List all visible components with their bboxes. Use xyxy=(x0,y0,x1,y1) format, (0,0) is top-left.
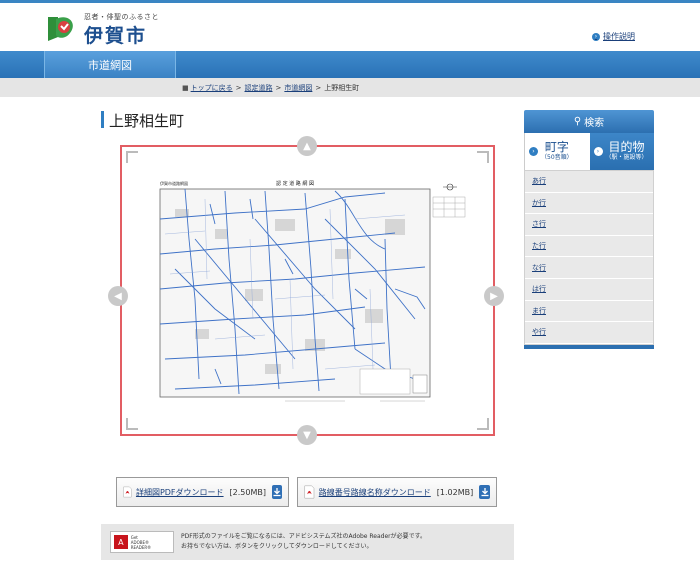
pan-up-button[interactable]: ▲ xyxy=(297,136,317,156)
page-title: 上野相生町 xyxy=(109,112,185,130)
chevron-up-icon: ▲ xyxy=(303,140,311,152)
help-arrow-icon: › xyxy=(592,32,600,41)
search-header: ⚲ 検索 xyxy=(524,110,654,133)
tab-landmark-sub: （駅・施設等） xyxy=(605,154,648,161)
pan-down-button[interactable]: ▼ xyxy=(297,425,317,445)
sidebar-item-sa-row[interactable]: さ行 xyxy=(525,214,653,236)
tab-landmark-label: 目的物 xyxy=(608,140,645,154)
get-adobe-reader-button[interactable]: A Get ADOBE® READER® xyxy=(110,531,174,553)
breadcrumb-bar: ■ トップに戻る > 認定道路 > 市道網図 > 上野相生町 xyxy=(0,78,700,97)
route-list-size: [1.02MB] xyxy=(436,487,474,497)
help-link[interactable]: › 操作説明 xyxy=(592,31,635,42)
main-nav: 市道網図 xyxy=(0,51,700,78)
breadcrumb-current: 上野相生町 xyxy=(324,84,360,92)
adobe-reader-icon: A xyxy=(114,535,128,549)
map-header-left: 伊賀市道路網図 xyxy=(160,180,188,186)
detail-pdf-size: [2.50MB] xyxy=(229,487,266,497)
detail-pdf-label: 詳細図PDFダウンロード xyxy=(135,487,224,497)
sidebar-item-a-row[interactable]: あ行 xyxy=(525,171,653,193)
breadcrumb-home[interactable]: トップに戻る xyxy=(191,83,233,93)
route-list-download-button[interactable]: 路線番号路線名称ダウンロード [1.02MB] xyxy=(297,477,497,507)
search-tabs: › 町字 （50音順） › 目的物 （駅・施設等） xyxy=(524,133,654,170)
breadcrumb: ■ トップに戻る > 認定道路 > 市道網図 > 上野相生町 xyxy=(182,83,359,93)
search-title: 検索 xyxy=(584,118,605,129)
search-sidebar: ⚲ 検索 › 町字 （50音順） › 目的物 （駅・施設等） あ行 か行 さ行 … xyxy=(524,110,654,349)
sidebar-item-ta-row[interactable]: た行 xyxy=(525,236,653,258)
badge-line2: ADOBE® READER® xyxy=(130,539,152,550)
search-icon: ⚲ xyxy=(573,116,582,127)
tab-road-map[interactable]: 市道網図 xyxy=(44,51,176,78)
sidebar-item-na-row[interactable]: な行 xyxy=(525,257,653,279)
viewer-corner xyxy=(477,151,489,163)
breadcrumb-road-map[interactable]: 市道網図 xyxy=(284,83,312,93)
detail-pdf-download-button[interactable]: 詳細図PDFダウンロード [2.50MB] xyxy=(116,477,289,507)
route-list-label: 路線番号路線名称ダウンロード xyxy=(318,487,431,497)
tab-town-name[interactable]: › 町字 （50音順） xyxy=(524,133,590,170)
road-map-image[interactable]: 伊賀市道路網図 認 定 道 路 網 図 xyxy=(155,179,468,406)
viewer-corner xyxy=(126,151,138,163)
title-accent xyxy=(101,111,104,128)
download-icon xyxy=(272,485,282,499)
chevron-left-icon: ◀ xyxy=(114,290,122,302)
pan-right-button[interactable]: ▶ xyxy=(484,286,504,306)
breadcrumb-separator: > xyxy=(235,84,242,92)
chevron-right-icon: › xyxy=(529,147,538,156)
viewer-corner xyxy=(126,418,138,430)
breadcrumb-certified-roads[interactable]: 認定道路 xyxy=(245,83,273,93)
chevron-right-icon: ▶ xyxy=(490,290,498,302)
download-icon xyxy=(479,485,490,499)
sidebar-item-ha-row[interactable]: は行 xyxy=(525,279,653,301)
notice-line1: PDF形式のファイルをご覧になるには、アドビシステムズ社のAdobe Reade… xyxy=(181,533,427,540)
breadcrumb-separator: > xyxy=(315,84,322,92)
map-legend-table xyxy=(432,196,466,218)
notice-text: PDF形式のファイルをご覧になるには、アドビシステムズ社のAdobe Reade… xyxy=(181,532,426,552)
map-heading: 認 定 道 路 網 図 xyxy=(276,180,314,187)
breadcrumb-separator: > xyxy=(275,84,282,92)
notice-line2: お持ちでない方は、ボタンをクリックしてダウンロードしてください。 xyxy=(181,543,373,550)
site-header: 忍者・俳聖のふるさと 伊賀市 › 操作説明 xyxy=(0,3,700,51)
kana-row-list: あ行 か行 さ行 た行 な行 は行 ま行 や行 xyxy=(524,170,654,345)
viewer-corner xyxy=(477,418,489,430)
tab-landmark[interactable]: › 目的物 （駅・施設等） xyxy=(589,133,654,170)
tab-town-name-label: 町字 xyxy=(544,140,569,154)
sidebar-item-ya-row[interactable]: や行 xyxy=(525,322,653,344)
site-logo-text[interactable]: 伊賀市 xyxy=(84,21,147,48)
sidebar-item-ka-row[interactable]: か行 xyxy=(525,193,653,215)
pdf-icon xyxy=(304,485,315,499)
sidebar-item-ma-row[interactable]: ま行 xyxy=(525,301,653,323)
home-icon: ■ xyxy=(182,84,189,92)
tab-town-name-sub: （50音順） xyxy=(541,154,573,161)
pan-left-button[interactable]: ◀ xyxy=(108,286,128,306)
chevron-right-icon: › xyxy=(593,147,603,156)
adobe-reader-notice: A Get ADOBE® READER® PDF形式のファイルをご覧になるには、… xyxy=(101,524,514,560)
help-link-label: 操作説明 xyxy=(603,32,635,41)
chevron-down-icon: ▼ xyxy=(303,429,311,441)
city-logo-icon[interactable] xyxy=(44,13,78,45)
pdf-icon xyxy=(123,486,132,498)
sidebar-footer xyxy=(524,345,654,349)
